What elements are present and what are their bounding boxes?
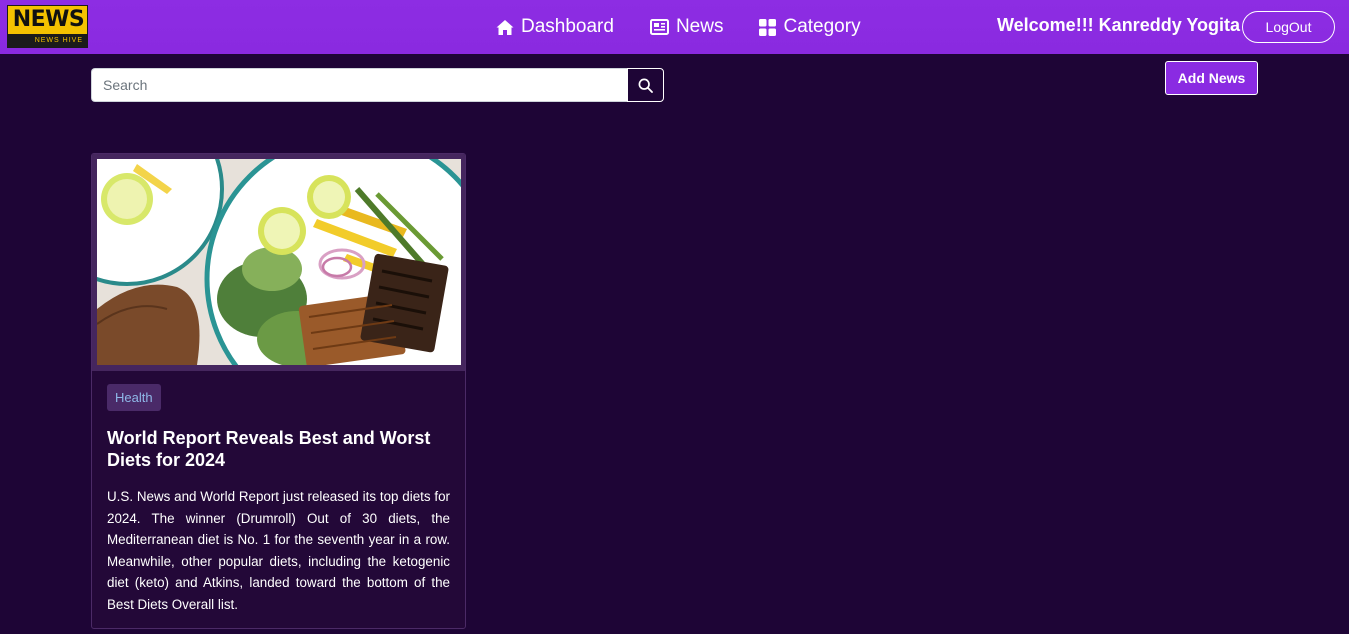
newspaper-icon — [649, 19, 669, 35]
grid-icon — [759, 18, 777, 36]
search-bar — [91, 68, 664, 102]
search-icon — [638, 78, 653, 93]
news-card-body: Health World Report Reveals Best and Wor… — [92, 371, 465, 616]
logout-button[interactable]: LogOut — [1242, 11, 1335, 43]
logo-subtitle: NEWS HIVE — [8, 34, 87, 47]
home-icon — [496, 19, 514, 35]
news-hive-logo[interactable]: NEWS NEWS HIVE — [7, 5, 88, 48]
search-input[interactable] — [91, 68, 627, 102]
nav-label-category: Category — [783, 16, 861, 37]
news-card-image — [97, 159, 461, 365]
logo-word: NEWS — [12, 7, 85, 32]
news-card-image-frame — [92, 154, 465, 371]
nav-label-news: News — [675, 16, 724, 37]
nav-item-category[interactable]: Category — [759, 16, 861, 38]
nav-links: Dashboard News Category — [496, 0, 897, 54]
nav-item-dashboard[interactable]: Dashboard — [496, 16, 614, 38]
category-badge[interactable]: Health — [107, 384, 161, 411]
news-card[interactable]: Health World Report Reveals Best and Wor… — [91, 153, 466, 629]
news-title[interactable]: World Report Reveals Best and Worst Diet… — [107, 427, 450, 471]
navbar: NEWS NEWS HIVE Dashboard News Category W… — [0, 0, 1349, 54]
news-summary: U.S. News and World Report just released… — [107, 489, 450, 612]
add-news-button[interactable]: Add News — [1165, 61, 1258, 95]
welcome-message: Welcome!!! Kanreddy Yogita — [997, 15, 1241, 35]
nav-label-dashboard: Dashboard — [521, 16, 614, 37]
search-button[interactable] — [627, 68, 664, 102]
nav-item-news[interactable]: News — [649, 16, 724, 38]
